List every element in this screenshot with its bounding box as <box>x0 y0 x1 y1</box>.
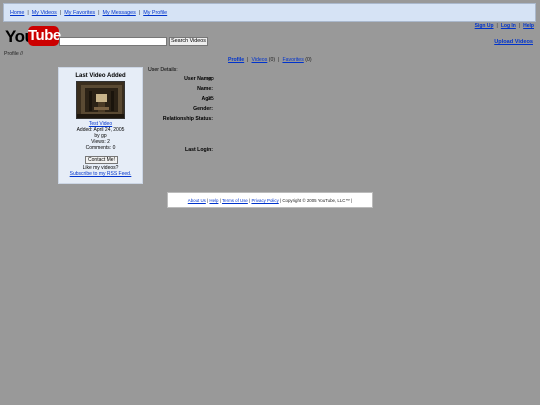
tab-profile[interactable]: Profile <box>228 57 244 63</box>
user-name-value: gp <box>208 76 214 82</box>
last-video-panel: Last Video Added Test Video Added: April… <box>58 67 143 184</box>
video-thumbnail[interactable] <box>76 81 125 119</box>
subnav-separator: | <box>247 57 249 63</box>
nav-home-link[interactable]: Home <box>10 10 24 16</box>
upload-videos-link[interactable]: Upload Videos <box>494 39 533 45</box>
rss-subscribe-link[interactable]: Subscribe to my RSS Feed. <box>70 171 132 177</box>
account-links: Sign Up | Log In | Help <box>475 23 534 29</box>
panel-title: Last Video Added <box>75 73 126 79</box>
link-separator: | <box>496 23 498 29</box>
videos-count: (0) <box>268 57 276 63</box>
search-input[interactable] <box>59 37 167 46</box>
nav-my-profile-link[interactable]: My Profile <box>143 10 167 16</box>
youtube-logo[interactable]: You Tube <box>5 26 61 48</box>
video-comments: Comments: 0 <box>85 145 116 151</box>
footer-terms-link[interactable]: Terms of Use <box>222 198 248 203</box>
footer: About Us | Help | Terms of Use | Privacy… <box>167 192 373 208</box>
age-label: Age: <box>201 96 213 102</box>
name-label: Name: <box>197 86 213 92</box>
sign-up-link[interactable]: Sign Up <box>475 23 494 29</box>
relationship-status-label: Relationship Status: <box>162 116 213 122</box>
tab-videos[interactable]: Videos <box>252 57 268 63</box>
footer-privacy-link[interactable]: Privacy Policy <box>251 198 278 203</box>
contact-me-button[interactable]: Contact Me! <box>85 156 118 164</box>
tab-favorites[interactable]: Favorites <box>282 57 303 63</box>
profile-subnav: Profile | Videos (0) | Favorites (0) <box>228 57 312 63</box>
search-videos-button[interactable]: Search Videos <box>169 37 208 46</box>
nav-separator: | <box>138 10 141 16</box>
breadcrumb: Profile // <box>4 51 24 57</box>
subnav-separator: | <box>278 57 280 63</box>
last-login-label: Last Login: <box>185 147 213 153</box>
user-name-label: User Name: <box>184 76 213 82</box>
footer-copyright: | Copyright © 2005 YouTube, LLC™ | <box>280 198 353 203</box>
gender-label: Gender: <box>193 106 213 112</box>
nav-my-videos-link[interactable]: My Videos <box>32 10 57 16</box>
nav-separator: | <box>27 10 29 16</box>
footer-help-link[interactable]: Help <box>209 198 218 203</box>
nav-my-favorites-link[interactable]: My Favorites <box>64 10 95 16</box>
footer-about-link[interactable]: About Us <box>188 198 206 203</box>
nav-my-messages-link[interactable]: My Messages <box>103 10 136 16</box>
logo-tube-text: Tube <box>28 26 61 46</box>
age-value: 25 <box>208 96 214 102</box>
link-separator: | <box>518 23 521 29</box>
top-nav-bar: Home | My Videos | My Favorites | My Messages |… <box>3 3 536 22</box>
nav-separator: | <box>59 10 62 16</box>
log-in-link[interactable]: Log In <box>501 23 516 29</box>
favorites-count: (0) <box>305 57 312 63</box>
user-details-title: User Details: <box>148 67 178 73</box>
video-thumbnail-image <box>77 82 124 118</box>
nav-separator: | <box>98 10 100 16</box>
help-link[interactable]: Help <box>523 23 534 29</box>
